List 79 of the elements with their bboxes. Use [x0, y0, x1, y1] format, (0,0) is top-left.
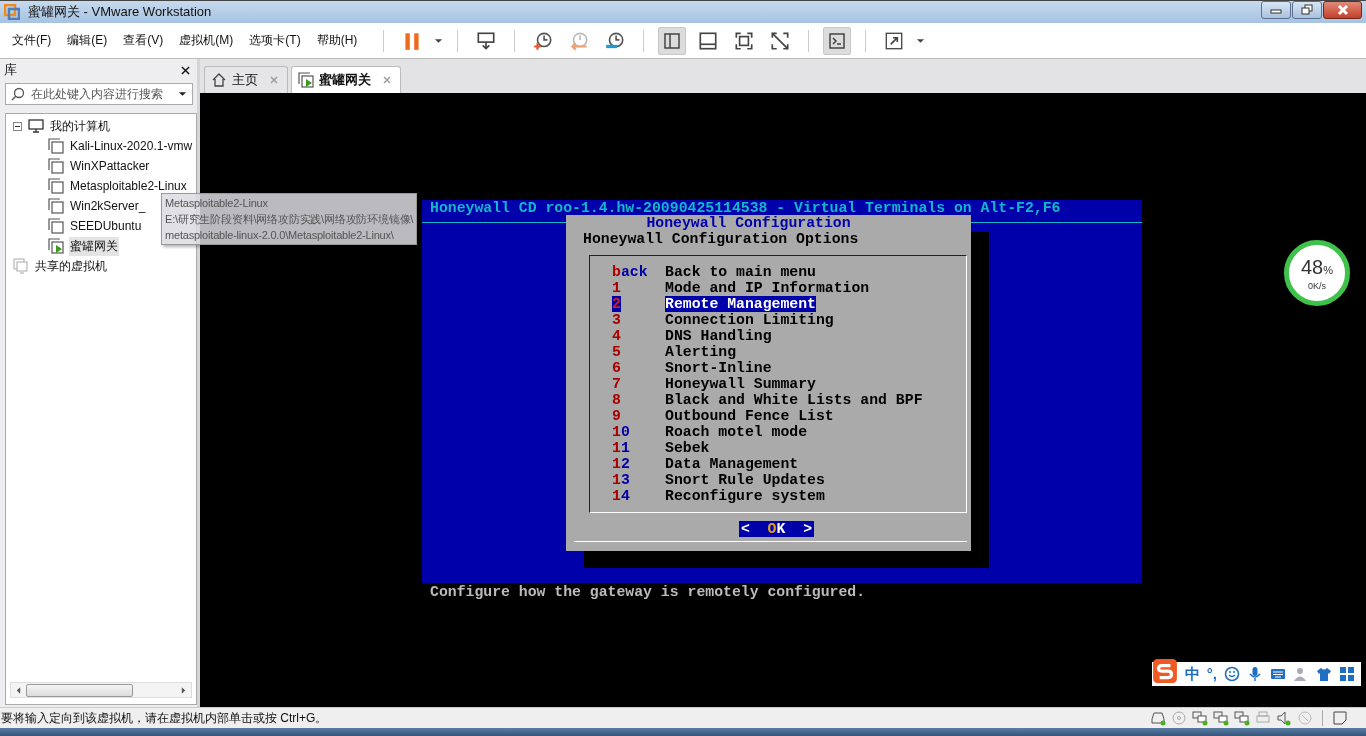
menu-option[interactable]: 2 Remote Management	[612, 296, 966, 312]
menu-item[interactable]: 虚拟机(M)	[179, 32, 234, 49]
network-adapter-icon[interactable]	[1192, 710, 1208, 726]
app-logo-icon	[4, 4, 20, 20]
menu-option[interactable]: 12 Data Management	[612, 456, 966, 472]
close-icon[interactable]	[181, 65, 190, 75]
menu-option[interactable]: back Back to main menu	[612, 264, 966, 280]
network-adapter-icon[interactable]	[1213, 710, 1229, 726]
running-vm-icon	[298, 72, 314, 88]
caret-icon[interactable]	[434, 37, 444, 44]
menu-option[interactable]: 1 Mode and IP Information	[612, 280, 966, 296]
grid-icon[interactable]	[1339, 666, 1355, 682]
tree-item[interactable]: WinXPattacker	[69, 158, 151, 174]
menu-item[interactable]: 文件(F)	[12, 32, 52, 49]
tree-item[interactable]: 我的计算机	[49, 116, 111, 136]
caret-icon[interactable]	[916, 37, 926, 44]
note-icon[interactable]	[1332, 710, 1348, 726]
menu-option[interactable]: 9 Outbound Fence List	[612, 408, 966, 424]
scroll-left-icon[interactable]	[16, 686, 21, 694]
tab[interactable]: 主页	[204, 66, 288, 93]
dialog-title: Honeywall Configuration	[646, 215, 851, 231]
speaker-icon[interactable]	[1276, 710, 1292, 726]
ime-logo-icon	[1151, 658, 1178, 684]
caret-icon[interactable]	[178, 91, 187, 97]
status-message: 要将输入定向到该虚拟机，请在虚拟机内部单击或按 Ctrl+G。	[1, 709, 329, 727]
microphone-icon[interactable]	[1247, 666, 1263, 682]
close-button[interactable]	[1323, 1, 1362, 19]
shared-vm-icon	[13, 258, 29, 274]
smiley-icon[interactable]	[1224, 666, 1240, 682]
search-icon	[11, 87, 25, 101]
tree-item[interactable]: 蜜罐网关	[69, 236, 119, 256]
tree-item[interactable]: SEEDUbuntu	[69, 218, 143, 234]
monitor-icon	[28, 118, 44, 134]
tree-item[interactable]: Metasploitable2-Linux	[69, 178, 188, 194]
menu-option[interactable]: 8 Black and White Lists and BPF	[612, 392, 966, 408]
tooltip-line: metasploitable-linux-2.0.0\Metasploitable2-Linux\	[165, 228, 394, 243]
tab[interactable]: 蜜罐网关	[291, 66, 401, 93]
network-adapter-icon[interactable]	[1234, 710, 1250, 726]
punctuation-mode[interactable]: °,	[1206, 666, 1217, 682]
window-title: 蜜罐网关 - VMware Workstation	[28, 3, 213, 21]
dialog-subtitle: Honeywall Configuration Options	[583, 231, 859, 247]
menu-option[interactable]: 4 DNS Handling	[612, 328, 966, 344]
menu-option[interactable]: 14 Reconfigure system	[612, 488, 966, 504]
menu-item[interactable]: 帮助(H)	[316, 32, 358, 49]
menu-item[interactable]: 查看(V)	[123, 32, 164, 49]
horizontal-scrollbar[interactable]	[10, 682, 192, 698]
search-field[interactable]: 在此处键入内容进行搜索	[5, 83, 193, 105]
restore-button[interactable]	[1292, 1, 1322, 19]
collapse-toggle[interactable]	[13, 121, 22, 131]
menu-option[interactable]: 6 Snort-Inline	[612, 360, 966, 376]
keyboard-icon[interactable]	[1270, 666, 1286, 682]
home-icon	[211, 72, 227, 88]
menu-option[interactable]: 10 Roach motel mode	[612, 424, 966, 440]
restore-icon	[1300, 4, 1314, 16]
menu-option[interactable]: 3 Connection Limiting	[612, 312, 966, 328]
tree-item[interactable]: Win2kServer_	[69, 198, 147, 214]
percent-text: 48%	[1301, 255, 1333, 280]
menu-option[interactable]: 7 Honeywall Summary	[612, 376, 966, 392]
close-icon	[1335, 4, 1350, 16]
terminal-header: Honeywall CD roo-1.4.hw-20090425114538 - Virtual Terminals on Alt-F2,F6	[430, 200, 1061, 216]
tooltip-line: E:\研究生阶段资料\网络攻防实践\网络攻防环境镜像\	[165, 212, 414, 227]
panel-title: 库	[4, 61, 17, 79]
menu-item[interactable]: 选项卡(T)	[249, 32, 301, 49]
sidebar-layout-icon[interactable]	[658, 26, 687, 55]
speed-text: 0K/s	[1308, 280, 1326, 291]
tree-item[interactable]: 共享的虚拟机	[34, 256, 108, 276]
menu-item[interactable]: 编辑(E)	[67, 32, 108, 49]
shirt-icon[interactable]	[1316, 666, 1332, 682]
menu-option[interactable]: 13 Snort Rule Updates	[612, 472, 966, 488]
tree-item[interactable]: Kali-Linux-2020.1-vmw	[69, 138, 194, 154]
console-icon[interactable]	[823, 26, 852, 55]
minimize-button[interactable]	[1261, 1, 1291, 19]
terminal-status: Configure how the gateway is remotely configured.	[430, 584, 866, 600]
ok-button[interactable]: < OK >	[738, 521, 815, 537]
tooltip-line: Metasploitable2-Linux	[165, 196, 268, 211]
ime-mode[interactable]: 中	[1184, 666, 1200, 682]
scroll-right-icon[interactable]	[181, 686, 186, 694]
menu-option[interactable]: 11 Sebek	[612, 440, 966, 456]
menu-option[interactable]: 5 Alerting	[612, 344, 966, 360]
